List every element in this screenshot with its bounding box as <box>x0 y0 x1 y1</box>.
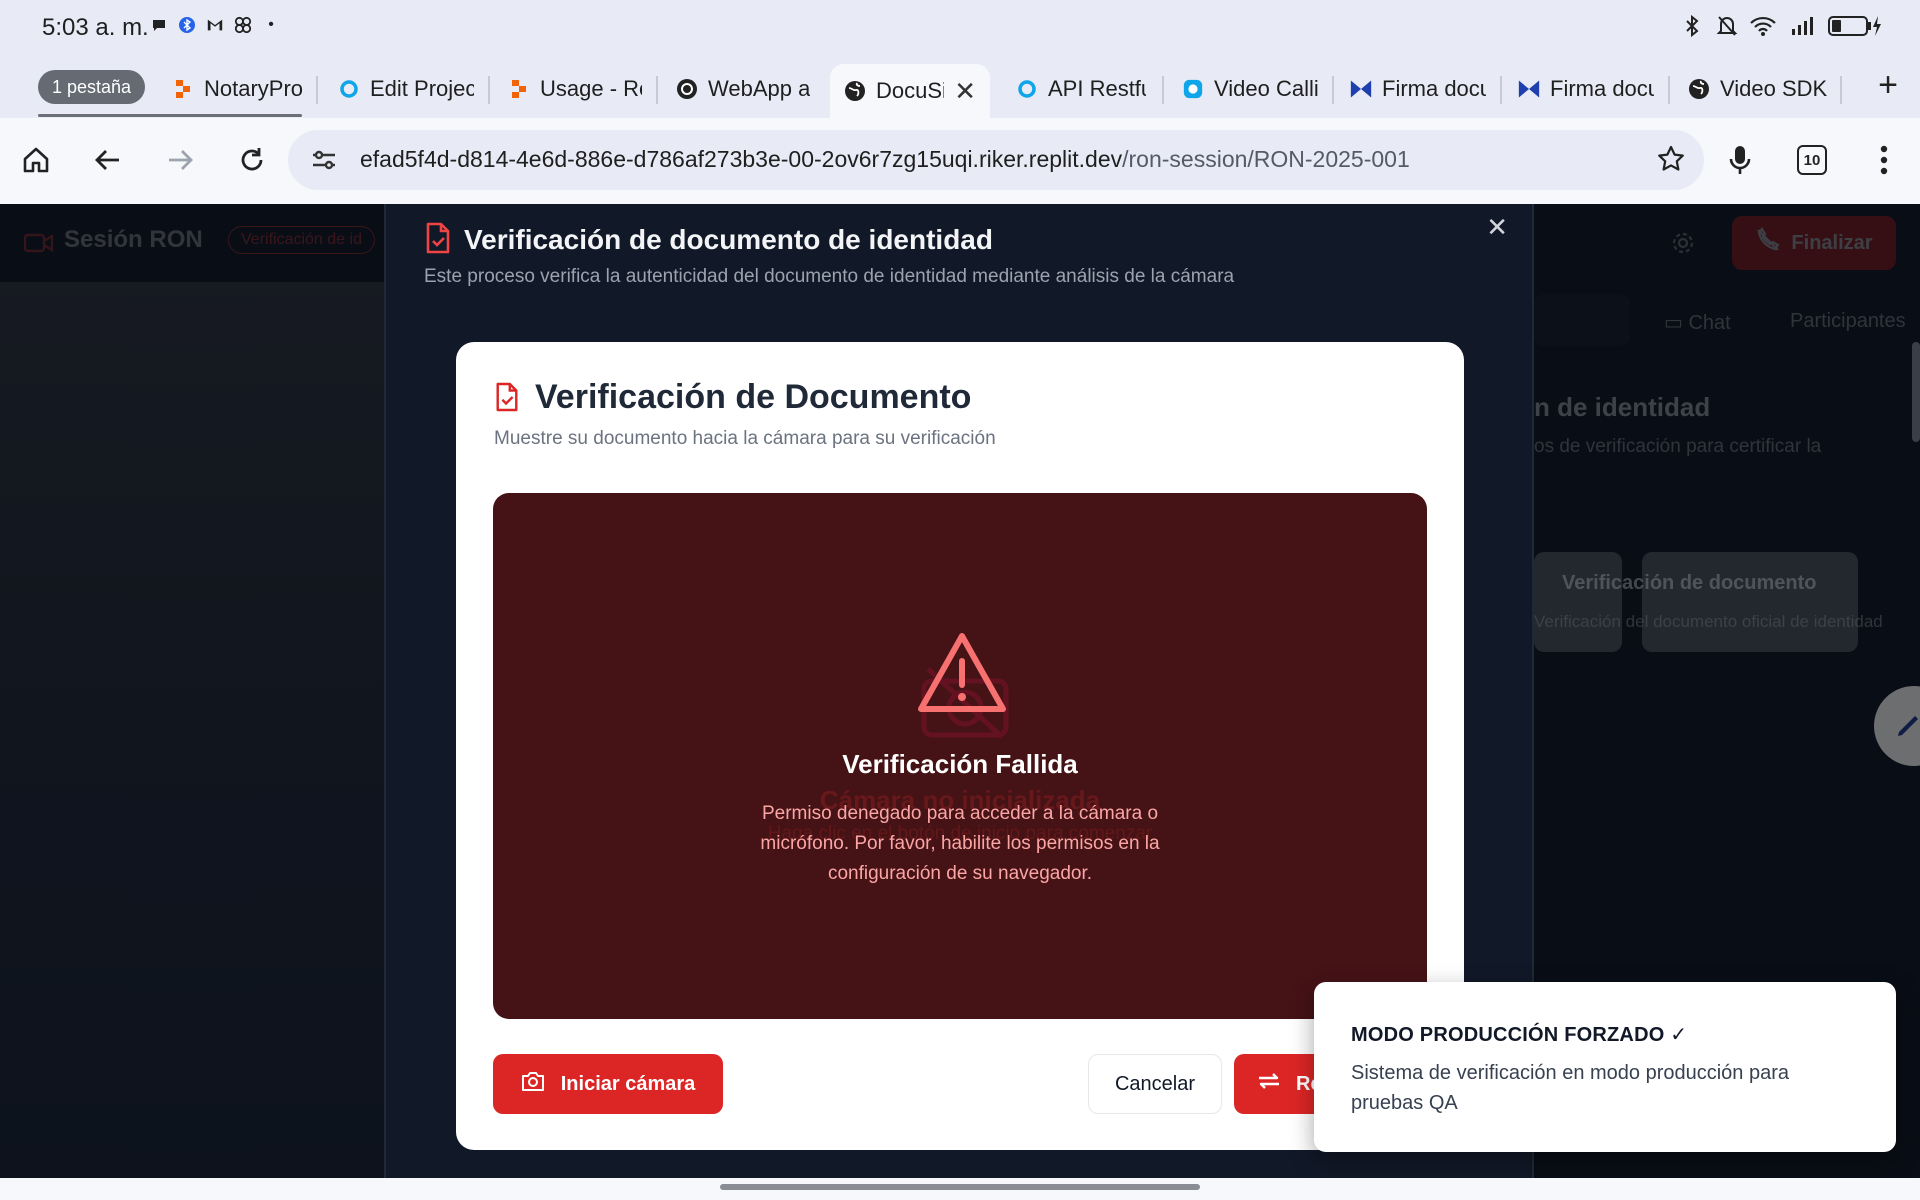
globe-icon <box>1688 78 1710 100</box>
tab-label: Firma docu <box>1382 76 1486 101</box>
battery-charging-icon <box>1828 15 1884 43</box>
tab-group-underline <box>38 114 302 117</box>
tab-label: Video SDK <box>1720 76 1828 101</box>
tab-label: API Restful <box>1048 76 1146 101</box>
error-message: Permiso denegado para acceder a la cámar… <box>760 803 1160 884</box>
url-text[interactable]: efad5f4d-d814-4e6d-886e-d786af273b3e-00-… <box>360 146 1410 173</box>
card-subtitle: Muestre su documento hacia la cámara par… <box>494 428 996 449</box>
camera-preview-error: Cámara no inicializada Haga clic en el b… <box>493 493 1427 1019</box>
circle-app-icon <box>338 78 360 100</box>
globe-icon <box>844 80 866 102</box>
mute-icon <box>1716 14 1738 44</box>
bookmark-star-icon[interactable] <box>1656 144 1686 179</box>
close-tab-icon[interactable]: ✕ <box>954 76 976 107</box>
tab-separator <box>1840 76 1842 104</box>
retry-icon <box>1256 1069 1282 1099</box>
tab-label: Edit Projec <box>370 76 474 101</box>
warning-triangle-icon <box>916 631 1008 720</box>
tab-webapp[interactable]: WebApp a <box>676 64 810 114</box>
card-title: Verificación de Documento <box>535 378 972 416</box>
replit-icon <box>508 78 530 100</box>
home-icon[interactable] <box>14 138 58 182</box>
openai-icon <box>676 78 698 100</box>
4g-signal-icon <box>1788 15 1816 43</box>
tab-separator <box>1162 76 1164 104</box>
url-path: /ron-session/RON-2025-001 <box>1122 146 1410 172</box>
tab-docusign-active[interactable]: DocuSiç ✕ <box>830 64 990 118</box>
tab-label: WebApp a <box>708 76 810 101</box>
chat-bubble-icon <box>150 16 168 34</box>
tab-video-sdk[interactable]: Video SDK <box>1688 64 1828 114</box>
tab-label: Video Calli <box>1214 76 1318 101</box>
tab-separator <box>1500 76 1502 104</box>
tab-firma-2[interactable]: Firma docu <box>1518 64 1654 114</box>
gmail-icon <box>206 16 224 34</box>
document-verification-card: Verificación de Documento Muestre su doc… <box>456 342 1464 1150</box>
start-camera-button[interactable]: Iniciar cámara <box>493 1054 723 1114</box>
tab-edit-project[interactable]: Edit Projec <box>338 64 474 114</box>
tab-api-restful[interactable]: API Restful <box>1016 64 1146 114</box>
system-icons <box>1682 14 1884 44</box>
tab-separator <box>1668 76 1670 104</box>
bluetooth-app-icon <box>178 16 196 34</box>
dialog-subtitle: Este proceso verifica la autenticidad de… <box>424 266 1235 287</box>
reload-icon[interactable] <box>230 138 274 182</box>
start-camera-label: Iniciar cámara <box>560 1072 696 1095</box>
close-icon[interactable]: ✕ <box>1486 212 1508 243</box>
microphone-icon[interactable] <box>1718 138 1762 182</box>
production-mode-toast: MODO PRODUCCIÓN FORZADO ✓ Sistema de ver… <box>1314 982 1896 1152</box>
tab-separator <box>1332 76 1334 104</box>
tab-notarypro[interactable]: NotaryPro <box>172 64 302 114</box>
forward-icon[interactable] <box>158 138 202 182</box>
notification-icons: • <box>150 16 280 34</box>
wifi-icon <box>1750 15 1776 43</box>
clock: 5:03 a. m. <box>42 14 149 41</box>
cancel-button[interactable]: Cancelar <box>1088 1054 1222 1114</box>
tab-label: Usage - Re <box>540 76 642 101</box>
tab-label: DocuSiç <box>876 78 944 103</box>
camera-icon <box>521 1070 545 1098</box>
address-bar[interactable]: efad5f4d-d814-4e6d-886e-d786af273b3e-00-… <box>288 130 1704 190</box>
tab-switcher-button[interactable]: 10 <box>1790 138 1834 182</box>
browser-toolbar: efad5f4d-d814-4e6d-886e-d786af273b3e-00-… <box>0 118 1920 204</box>
gesture-handle[interactable] <box>720 1184 1200 1190</box>
toast-description: Sistema de verificación en modo producci… <box>1351 1062 1790 1114</box>
circle-app-icon <box>1016 78 1038 100</box>
tab-firma-1[interactable]: Firma docu <box>1350 64 1486 114</box>
tab-label: NotaryPro <box>204 76 302 101</box>
tab-separator <box>656 76 658 104</box>
bowtie-icon <box>1350 78 1372 100</box>
pinwheel-icon <box>234 16 252 34</box>
tab-separator <box>316 76 318 104</box>
back-icon[interactable] <box>86 138 130 182</box>
new-tab-icon[interactable]: + <box>1878 66 1898 105</box>
file-check-icon <box>424 222 452 259</box>
dialog-title: Verificación de documento de identidad <box>464 224 993 255</box>
tab-switcher-count: 10 <box>1797 145 1827 175</box>
toast-title: MODO PRODUCCIÓN FORZADO ✓ <box>1351 1024 1688 1046</box>
site-settings-icon[interactable] <box>310 146 338 179</box>
status-bar: 5:03 a. m. • <box>0 0 1920 56</box>
bowtie-icon <box>1518 78 1540 100</box>
tab-video-calling[interactable]: Video Calli <box>1182 64 1318 114</box>
circle-app-icon <box>1182 78 1204 100</box>
tab-usage[interactable]: Usage - Re <box>508 64 642 114</box>
overflow-menu-icon[interactable] <box>1862 138 1906 182</box>
tab-strip: 1 pestaña NotaryPro Edit Projec Usage - … <box>0 56 1920 118</box>
bluetooth-icon <box>1682 14 1704 44</box>
replit-icon <box>172 78 194 100</box>
tab-separator <box>488 76 490 104</box>
file-check-icon <box>494 382 520 417</box>
url-host: efad5f4d-d814-4e6d-886e-d786af273b3e-00-… <box>360 146 1123 172</box>
tab-group-chip[interactable]: 1 pestaña <box>38 70 146 104</box>
tab-label: Firma docu <box>1550 76 1654 101</box>
error-title: Verificación Fallida <box>842 749 1078 779</box>
dot-icon: • <box>268 16 274 33</box>
